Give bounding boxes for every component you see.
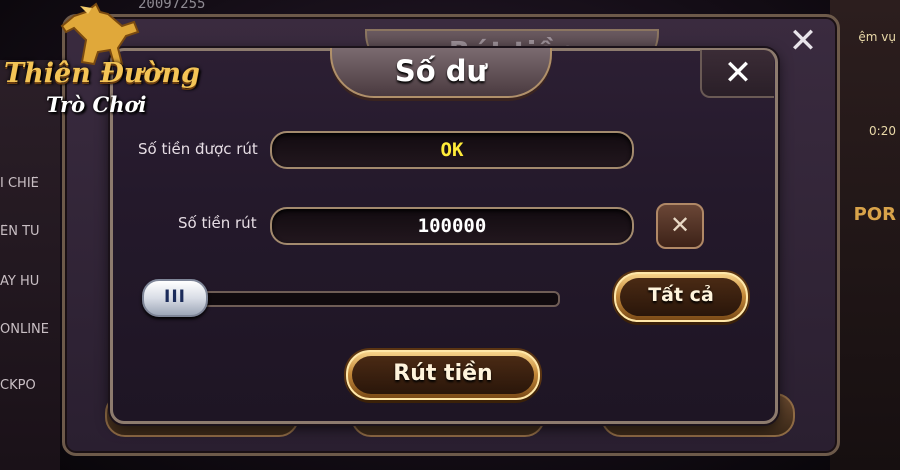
background-right-item: 0:20 [869,124,896,138]
background-left-item: ONLINE [0,322,49,337]
logo-title: Thiên Đường [4,58,200,89]
withdraw-amount-value: 100000 [417,215,487,237]
background-left-item: AY HU [0,274,40,289]
available-amount-field: OK [270,131,634,169]
amount-slider-track[interactable] [150,291,560,307]
background-right-item: ệm vụ [858,30,896,44]
all-amount-button-label: Tất cả [648,284,714,306]
clear-amount-button[interactable]: ✕ [656,203,704,249]
withdraw-amount-label: Số tiền rút [178,214,257,232]
dialog-title: Số dư [394,54,488,88]
background-left-item: ÊN TÚ [0,224,40,239]
logo-subtitle: Trò Chơi [46,92,147,117]
background-right-item: POR [853,204,896,225]
withdraw-button[interactable]: Rút tiền [346,350,540,400]
background-left-item: I CHIÊ [0,176,39,191]
withdraw-amount-input[interactable]: 100000 [270,207,634,245]
amount-slider-handle[interactable]: III [142,279,208,317]
background-close-icon[interactable]: ✕ [779,23,827,59]
close-icon[interactable]: ✕ [700,50,774,98]
all-amount-button[interactable]: Tất cả [614,272,748,322]
withdraw-button-label: Rút tiền [393,361,493,386]
available-amount-label: Số tiền được rút [138,140,258,158]
background-left-item: CKPO [0,378,36,393]
available-amount-value: OK [440,139,464,161]
clear-icon: ✕ [669,211,691,239]
dialog-title-tab: Số dư [330,48,552,98]
game-logo: Thiên Đường Trò Chơi [0,0,200,130]
background-right-menu: ệm vụ 0:20 POR [830,0,900,470]
